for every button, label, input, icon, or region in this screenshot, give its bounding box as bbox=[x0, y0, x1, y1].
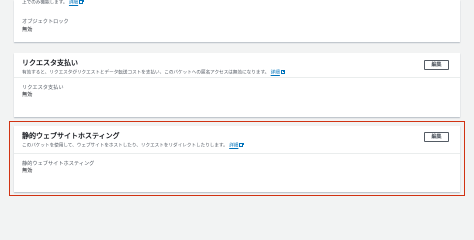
external-link-icon bbox=[280, 69, 286, 74]
static-hosting-description-text: このバケットを使用して、ウェブサイトをホストしたり、リクエストをリダイレクトした… bbox=[22, 143, 228, 149]
static-hosting-edit-button[interactable]: 編集 bbox=[424, 132, 449, 142]
requester-pays-description-text: 有効すると、リクエスタがリクエストとデータ転送コストを支払い、このバケットへの匿… bbox=[22, 70, 270, 76]
external-link-icon bbox=[239, 142, 244, 147]
requester-pays-field-label: リクエスタ支払い bbox=[22, 85, 64, 91]
requester-pays-title: リクエスタ支払い bbox=[22, 59, 78, 67]
requester-pays-field-value: 無効 bbox=[22, 92, 33, 98]
external-link-icon bbox=[79, 0, 84, 4]
requester-pays-header: リクエスタ支払い 有効すると、リクエスタがリクエストとデータ転送コストを支払い、… bbox=[14, 53, 460, 78]
static-hosting-info-link[interactable]: 詳細 bbox=[229, 144, 238, 149]
requester-pays-panel: リクエスタ支払い 有効すると、リクエスタがリクエストとデータ転送コストを支払い、… bbox=[14, 53, 460, 117]
object-lock-label: オブジェクトロック bbox=[22, 19, 69, 25]
requester-pays-info-link[interactable]: 詳細 bbox=[271, 71, 280, 76]
object-lock-info-link[interactable]: 詳細 bbox=[69, 1, 78, 6]
requester-pays-description: 有効すると、リクエスタがリクエストとデータ転送コストを支払い、このバケットへの匿… bbox=[22, 69, 452, 77]
static-hosting-title: 静的ウェブサイトホスティング bbox=[22, 132, 120, 140]
static-hosting-field-value: 無効 bbox=[22, 168, 33, 174]
object-lock-description: 上でのみ機能します。 詳細 bbox=[22, 0, 84, 7]
static-hosting-field-label: 静的ウェブサイトホスティング bbox=[22, 161, 95, 167]
bucket-properties-page: 上でのみ機能します。 詳細 オブジェクトロック 無効 リクエスタ支払い 有効する… bbox=[0, 0, 474, 203]
requester-pays-edit-button[interactable]: 編集 bbox=[424, 60, 449, 70]
object-lock-panel: 上でのみ機能します。 詳細 オブジェクトロック 無効 bbox=[14, 0, 460, 42]
static-hosting-body: 静的ウェブサイトホスティング 無効 bbox=[14, 154, 460, 175]
static-website-hosting-panel: 静的ウェブサイトホスティング このバケットを使用して、ウェブサイトをホストしたり… bbox=[14, 126, 460, 192]
static-hosting-header: 静的ウェブサイトホスティング このバケットを使用して、ウェブサイトをホストしたり… bbox=[14, 126, 460, 154]
object-lock-description-text: 上でのみ機能します。 bbox=[22, 0, 68, 6]
requester-pays-body: リクエスタ支払い 無効 bbox=[14, 78, 460, 99]
object-lock-value: 無効 bbox=[22, 27, 33, 33]
static-hosting-description: このバケットを使用して、ウェブサイトをホストしたり、リクエストをリダイレクトした… bbox=[22, 142, 452, 150]
